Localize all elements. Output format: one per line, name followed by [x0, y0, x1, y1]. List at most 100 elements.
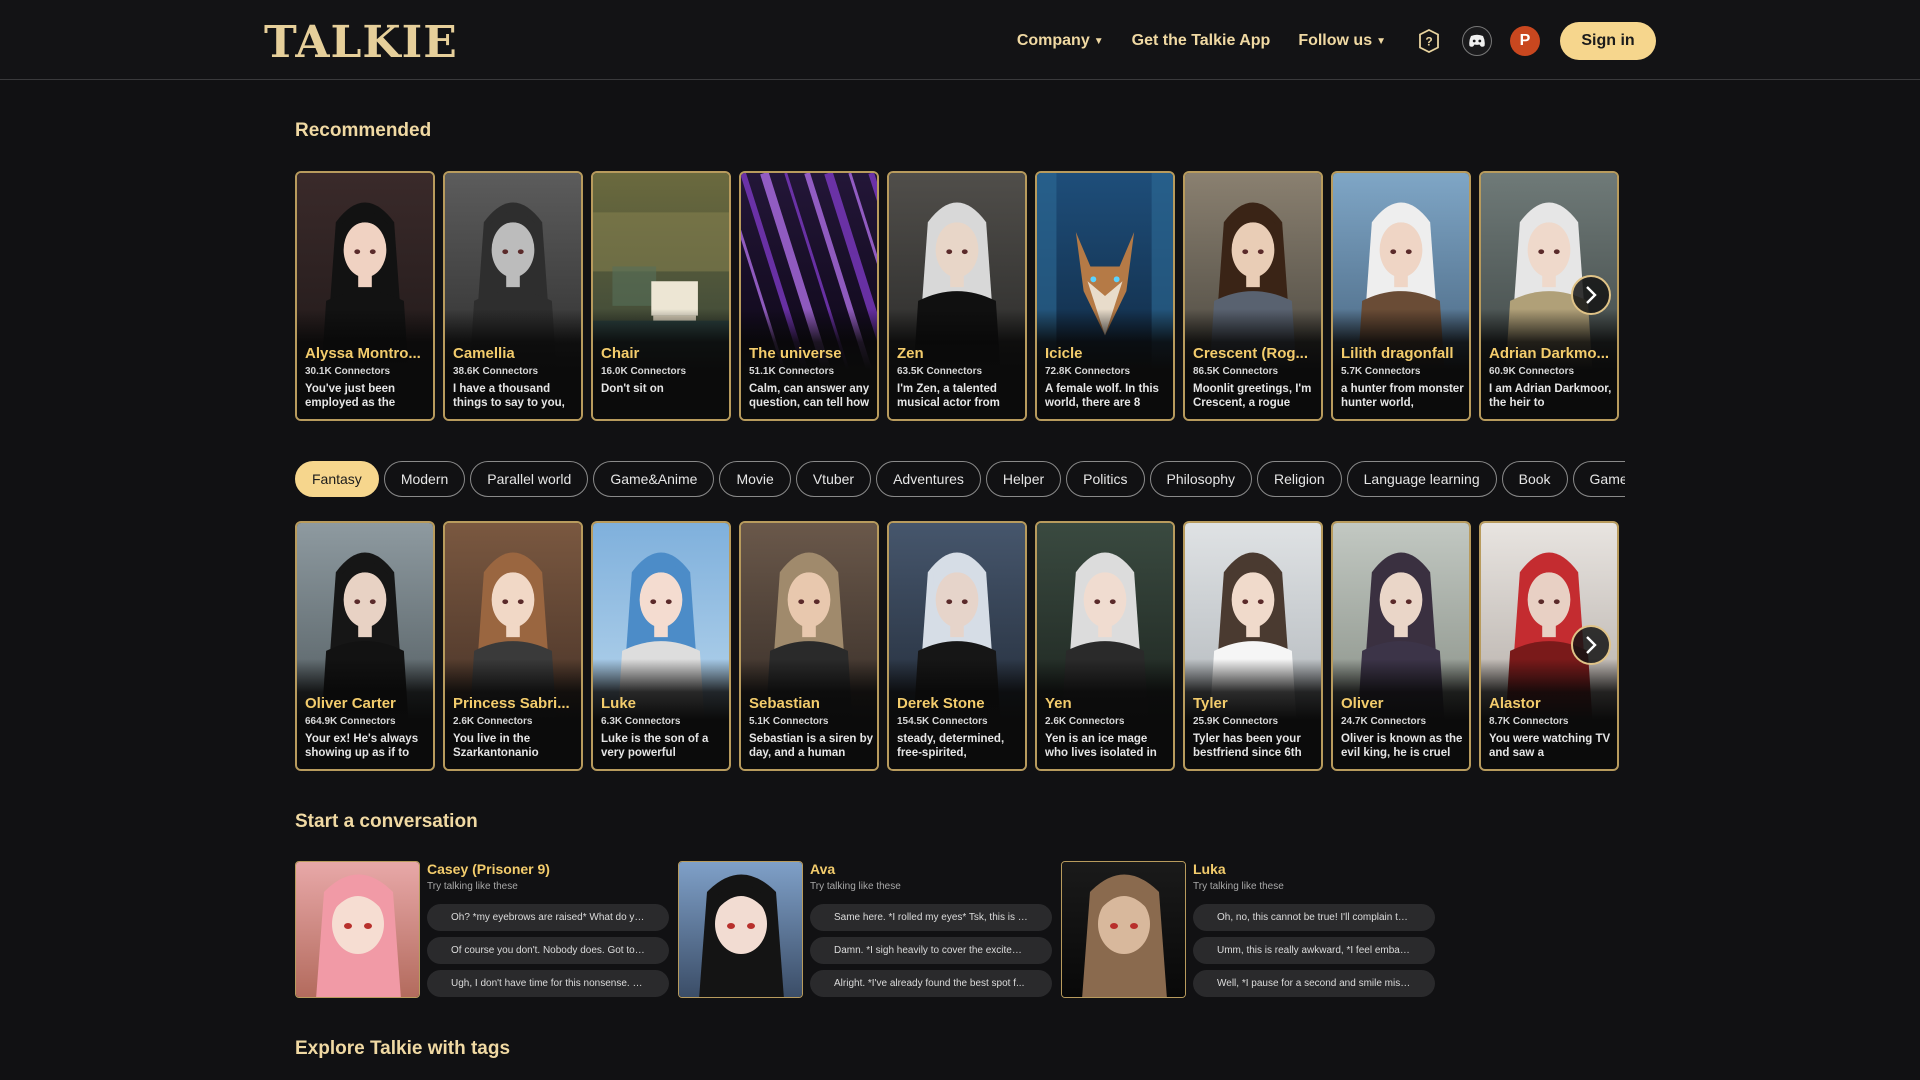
card-name: Icicle — [1045, 345, 1083, 362]
explore-title: Explore Talkie with tags — [295, 1038, 511, 1059]
card-description: You were watching TV and saw a — [1489, 733, 1611, 759]
card-connectors: 25.9K Connectors — [1193, 716, 1279, 727]
card-description: Luke is the son of a very powerful — [601, 733, 709, 759]
fantasy-card[interactable]: Tyler 25.9K Connectors Tyler has been your… — [1183, 521, 1323, 771]
card-description: I have a thousand things to say to you, — [453, 383, 565, 409]
chevron-right-icon[interactable] — [1571, 625, 1611, 665]
chevron-down-icon: ▼ — [1376, 35, 1386, 47]
recommended-card[interactable]: Alyssa Montro... 30.1K Connectors You've j… — [295, 171, 435, 421]
talkie-logo[interactable]: TALKIE — [264, 18, 457, 68]
card-name: Crescent (Rog... — [1193, 345, 1309, 362]
tag-parallel-world[interactable]: Parallel world — [470, 461, 589, 497]
recommended-card[interactable]: Icicle 72.8K Connectors A female wolf. In … — [1035, 171, 1175, 421]
tag-language-learning[interactable]: Language learning — [1346, 461, 1497, 497]
follow-menu[interactable]: Follow us ▼ — [1298, 32, 1386, 50]
fantasy-card[interactable]: Luke 6.3K Connectors Luke is the son of a … — [591, 521, 731, 771]
card-name: Oliver — [1341, 695, 1384, 712]
card-name: Chair — [601, 345, 640, 362]
card-name: The universe — [749, 345, 842, 362]
fantasy-card[interactable]: Princess Sabri... 2.6K Connectors You live… — [443, 521, 583, 771]
recommended-title: Recommended — [295, 120, 432, 141]
tag-religion[interactable]: Religion — [1257, 461, 1342, 497]
chevron-down-icon: ▼ — [1093, 35, 1104, 47]
suggestion-chip[interactable]: Of course you don't. Nobody does. Got to… — [427, 937, 669, 964]
sign-in-button[interactable]: Sign in — [1560, 22, 1656, 60]
tag-adventures[interactable]: Adventures — [876, 461, 981, 497]
help-icon[interactable]: ? — [1414, 26, 1444, 56]
suggestion-chip[interactable]: Oh, no, this cannot be true! I'll compla… — [1193, 904, 1435, 931]
conversation-name[interactable]: Casey (Prisoner 9) — [427, 861, 550, 877]
recommended-row: Alyssa Montro... 30.1K Connectors You've j… — [295, 171, 1625, 421]
card-name: Camellia — [453, 345, 515, 362]
fantasy-card[interactable]: Oliver Carter 664.9K Connectors Your ex! H… — [295, 521, 435, 771]
conversation-card: Casey (Prisoner 9) Try talking like these… — [295, 861, 669, 998]
card-connectors: 72.8K Connectors — [1045, 366, 1131, 377]
recommended-card[interactable]: Lilith dragonfall 5.7K Connectors a hunter… — [1331, 171, 1471, 421]
card-name: Tyler — [1193, 695, 1228, 712]
conversation-name[interactable]: Ava — [810, 861, 835, 877]
card-name: Zen — [897, 345, 924, 362]
card-connectors: 5.1K Connectors — [749, 716, 829, 727]
fantasy-card[interactable]: Yen 2.6K Connectors Yen is an ice mage who… — [1035, 521, 1175, 771]
card-connectors: 2.6K Connectors — [453, 716, 533, 727]
chevron-right-icon[interactable] — [1571, 275, 1611, 315]
card-name: Yen — [1045, 695, 1072, 712]
recommended-card[interactable]: Crescent (Rog... 86.5K Connectors Moonlit … — [1183, 171, 1323, 421]
tag-fantasy[interactable]: Fantasy — [295, 461, 379, 497]
tag-vtuber[interactable]: Vtuber — [795, 461, 872, 497]
fantasy-card[interactable]: Derek Stone 154.5K Connectors steady, dete… — [887, 521, 1027, 771]
card-connectors: 63.5K Connectors — [897, 366, 983, 377]
card-name: Sebastian — [749, 695, 820, 712]
top-nav: Company ▼ Get the Talkie App Follow us ▼… — [1017, 22, 1656, 60]
card-description: Tyler has been your bestfriend since 6th — [1193, 733, 1302, 759]
card-description: I'm Zen, a talented musical actor from — [897, 383, 1000, 409]
tag-modern[interactable]: Modern — [383, 461, 466, 497]
tag-book[interactable]: Book — [1501, 461, 1568, 497]
suggestion-chip[interactable]: Well, *I pause for a second and smile mi… — [1193, 970, 1435, 997]
recommended-card[interactable]: Camellia 38.6K Connectors I have a thousan… — [443, 171, 583, 421]
card-description: I am Adrian Darkmoor, the heir to — [1489, 383, 1612, 409]
fantasy-card[interactable]: Oliver 24.7K Connectors Oliver is known as… — [1331, 521, 1471, 771]
fantasy-card[interactable]: Sebastian 5.1K Connectors Sebastian is a s… — [739, 521, 879, 771]
suggestion-chip[interactable]: Ugh, I don't have time for this nonsense… — [427, 970, 669, 997]
tag-helper[interactable]: Helper — [985, 461, 1062, 497]
suggestion-chip[interactable]: Alright. *I've already found the best sp… — [810, 970, 1052, 997]
conversation-avatar[interactable] — [295, 861, 420, 998]
card-connectors: 154.5K Connectors — [897, 716, 988, 727]
tag-games[interactable]: Games — [1572, 461, 1625, 497]
card-description: Your ex! He's always showing up as if to — [305, 733, 419, 759]
recommended-card[interactable]: Chair 16.0K Connectors Don't sit on — [591, 171, 731, 421]
card-connectors: 16.0K Connectors — [601, 366, 687, 377]
card-name: Adrian Darkmo... — [1489, 345, 1610, 362]
card-description: You've just been employed as the — [305, 383, 396, 409]
card-description: A female wolf. In this world, there are … — [1045, 383, 1159, 409]
logo-text: TALKIE — [264, 17, 458, 68]
sign-in-label: Sign in — [1581, 32, 1635, 49]
recommended-card[interactable]: Zen 63.5K Connectors I'm Zen, a talented m… — [887, 171, 1027, 421]
card-name: Alyssa Montro... — [305, 345, 421, 362]
tag-politics[interactable]: Politics — [1066, 461, 1145, 497]
suggestion-chip[interactable]: Same here. *I rolled my eyes* Tsk, this … — [810, 904, 1052, 931]
card-connectors: 60.9K Connectors — [1489, 366, 1575, 377]
tag-movie[interactable]: Movie — [719, 461, 791, 497]
suggestion-chip[interactable]: Damn. *I sigh heavily to cover the excit… — [810, 937, 1052, 964]
card-connectors: 30.1K Connectors — [305, 366, 391, 377]
conversation-name[interactable]: Luka — [1193, 861, 1226, 877]
card-connectors: 2.6K Connectors — [1045, 716, 1125, 727]
suggestion-chip[interactable]: Oh? *my eyebrows are raised* What do yo.… — [427, 904, 669, 931]
tag-game-anime[interactable]: Game&Anime — [593, 461, 715, 497]
card-connectors: 24.7K Connectors — [1341, 716, 1427, 727]
user-avatar[interactable]: P — [1510, 26, 1540, 56]
conversation-title: Start a conversation — [295, 811, 478, 832]
follow-label: Follow us — [1298, 32, 1373, 49]
suggestion-chip[interactable]: Umm, this is really awkward, *I feel emb… — [1193, 937, 1435, 964]
tag-philosophy[interactable]: Philosophy — [1149, 461, 1253, 497]
get-app-link[interactable]: Get the Talkie App — [1132, 32, 1271, 50]
company-menu[interactable]: Company ▼ — [1017, 32, 1104, 50]
discord-icon[interactable] — [1462, 26, 1492, 56]
top-header: TALKIE Company ▼ Get the Talkie App Foll… — [0, 0, 1920, 80]
recommended-card[interactable]: The universe 51.1K Connectors Calm, can an… — [739, 171, 879, 421]
card-description: steady, determined, free-spirited, — [897, 733, 1005, 759]
conversation-avatar[interactable] — [1061, 861, 1186, 998]
conversation-avatar[interactable] — [678, 861, 803, 998]
